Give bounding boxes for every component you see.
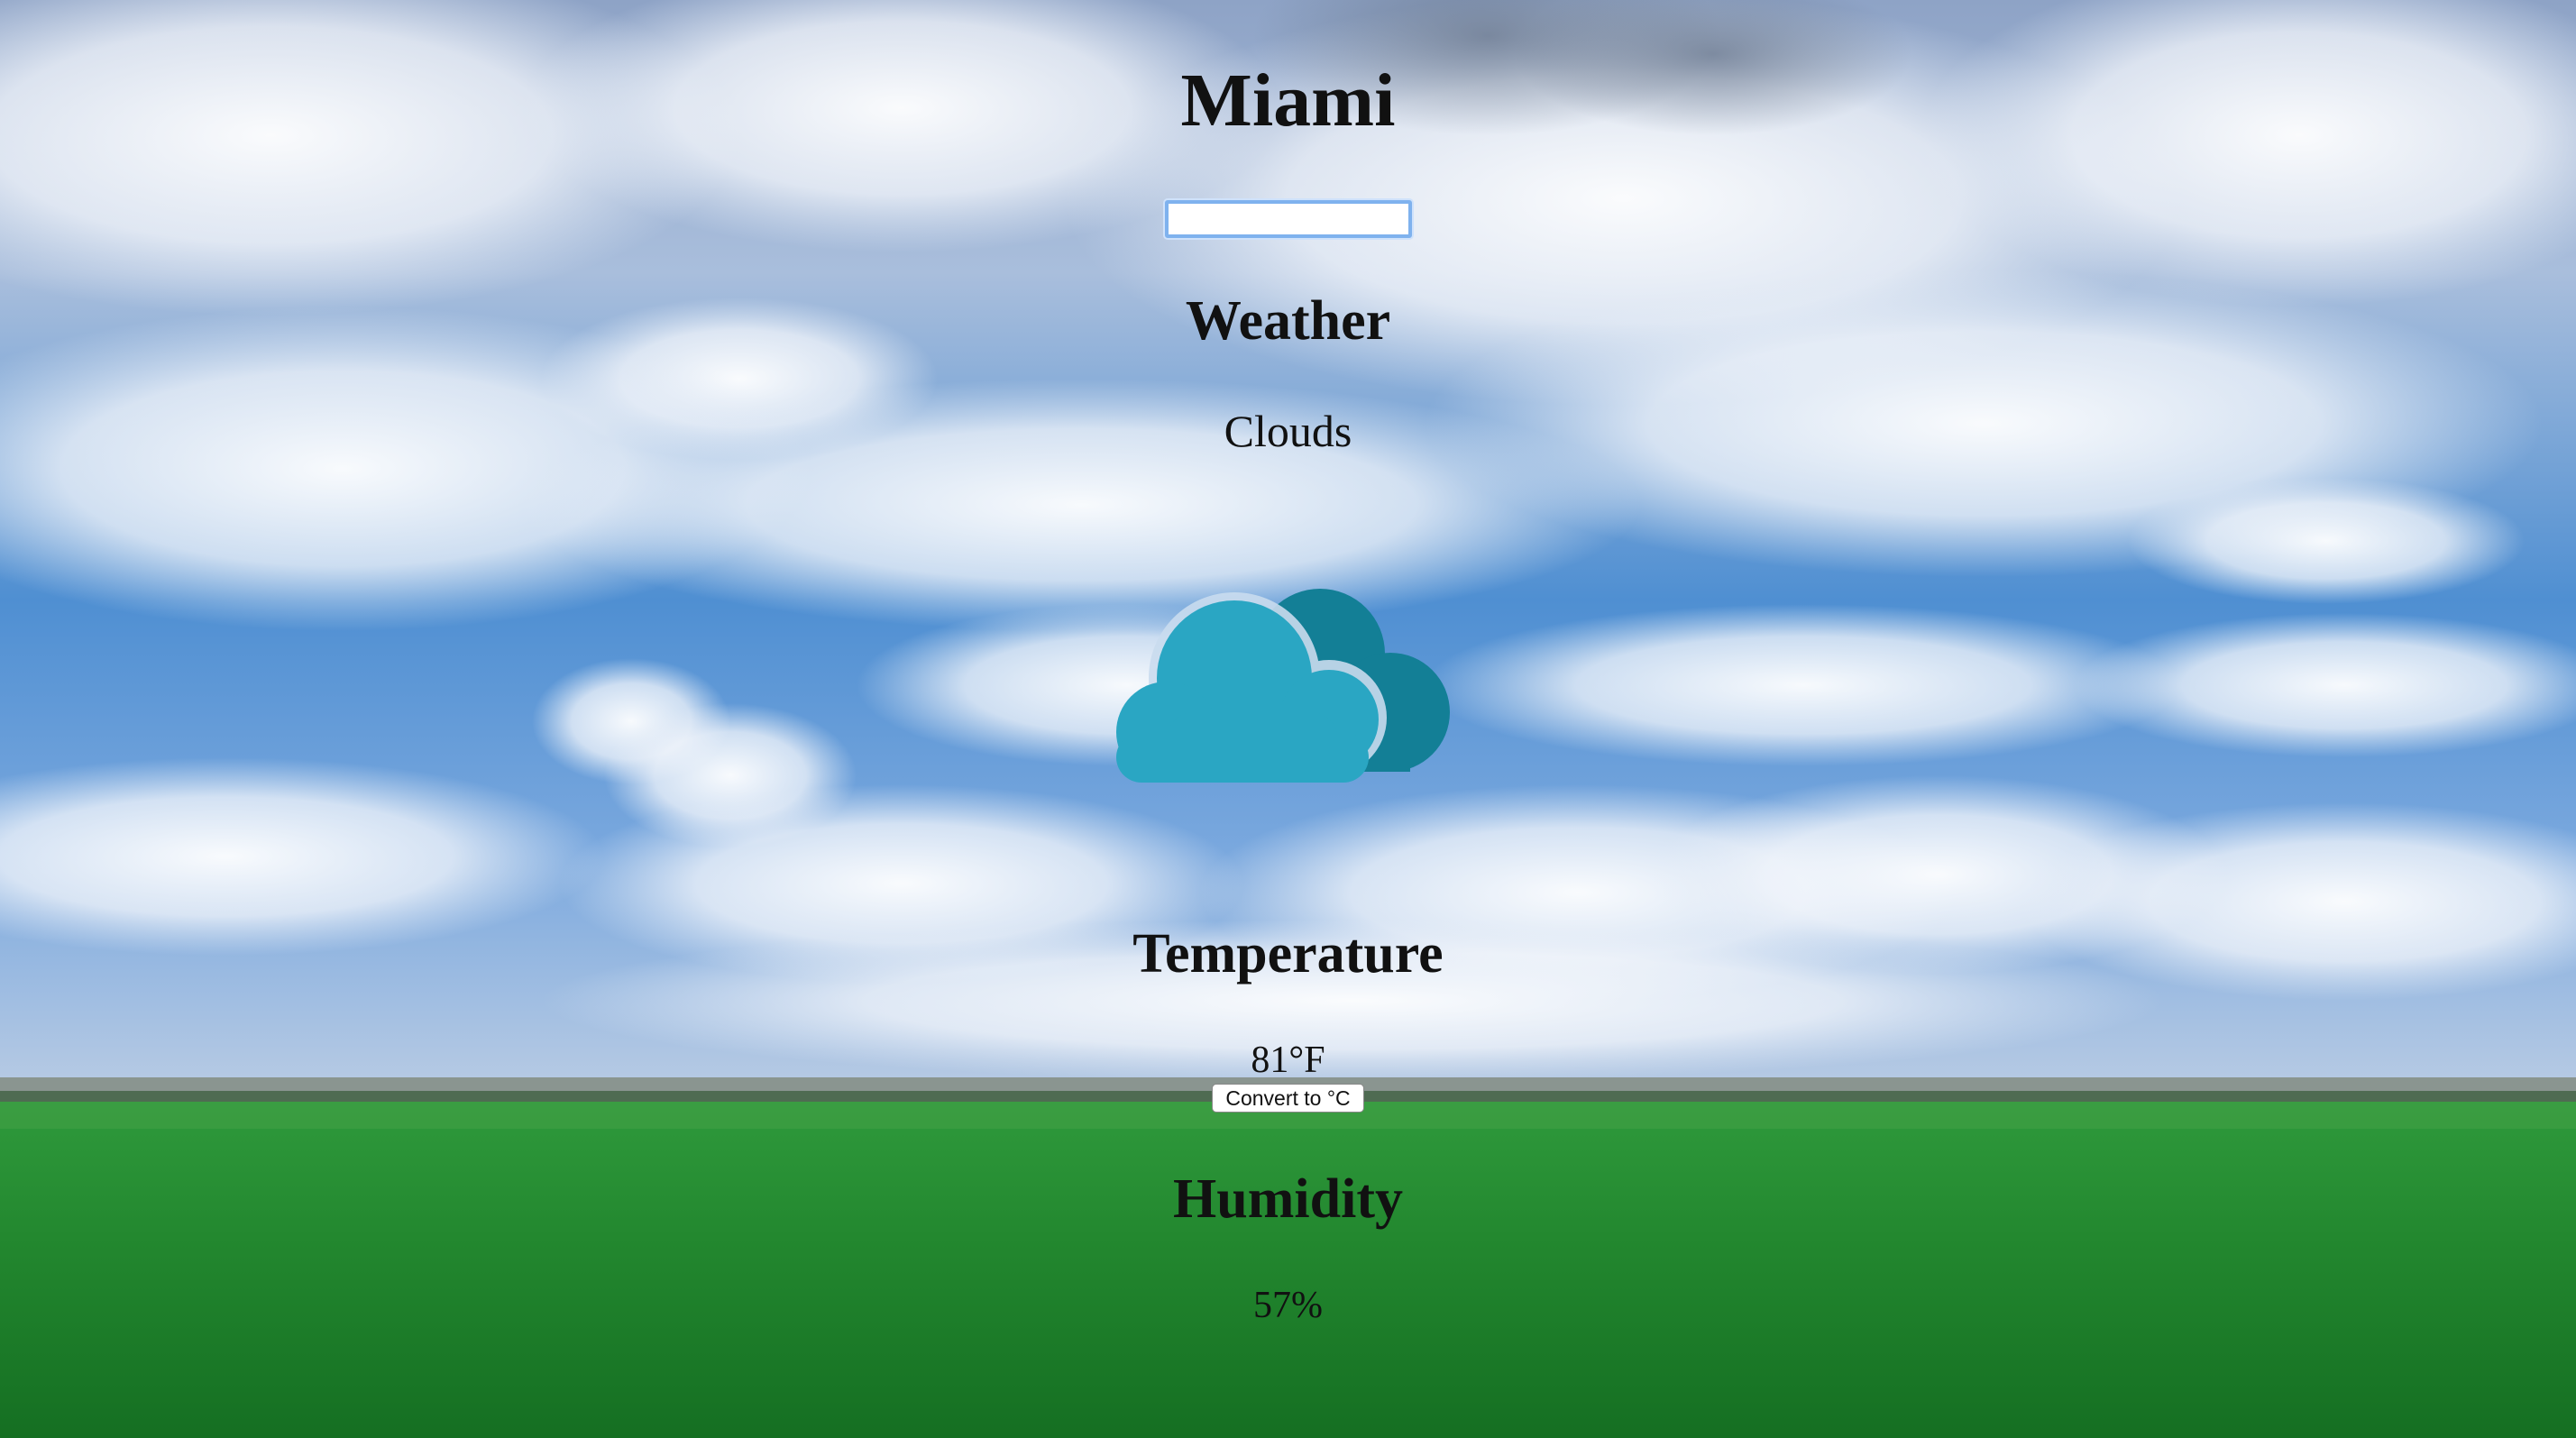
convert-container: Convert to °C xyxy=(0,1084,2576,1113)
weather-icon-container xyxy=(0,577,2576,793)
temperature-value: 81°F xyxy=(1251,1040,1325,1081)
humidity-heading: Humidity xyxy=(1173,1168,1403,1230)
cloud-icon xyxy=(1115,589,1450,783)
temperature-heading: Temperature xyxy=(1132,923,1444,985)
weather-condition: Clouds xyxy=(1224,406,1352,456)
weather-heading: Weather xyxy=(1185,290,1391,352)
weather-panel: Miami Weather Clouds Temperature 81°F Co… xyxy=(0,0,2576,1438)
humidity-value: 57% xyxy=(1253,1285,1323,1326)
city-title: Miami xyxy=(1180,59,1396,142)
search-container xyxy=(0,200,2576,238)
convert-to-celsius-button[interactable]: Convert to °C xyxy=(1212,1084,1364,1113)
city-search-input[interactable] xyxy=(1164,200,1412,238)
